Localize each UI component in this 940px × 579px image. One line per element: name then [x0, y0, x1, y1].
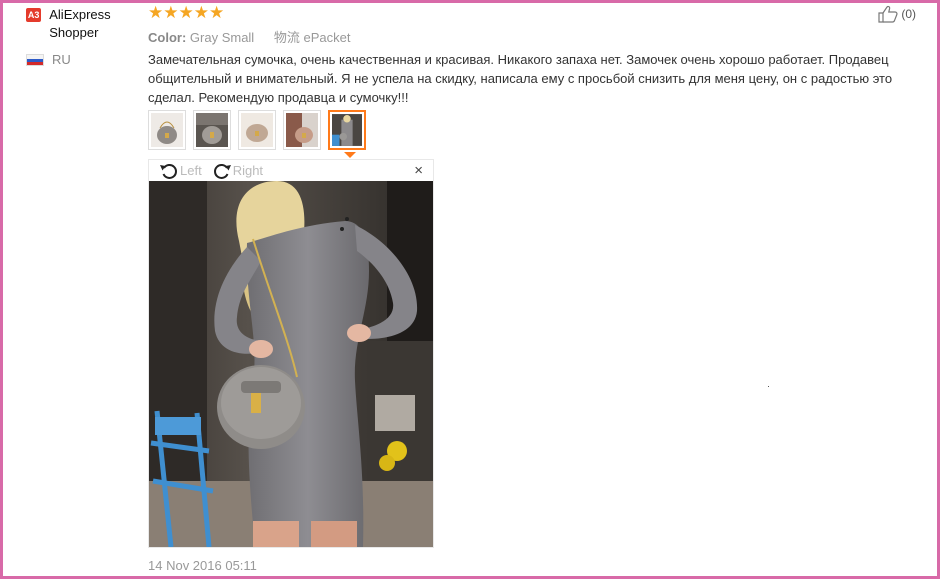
dress-photo-image — [149, 181, 433, 547]
bag-thumbnail-image — [196, 113, 228, 147]
star-rating: ★★★★★ — [148, 3, 225, 22]
color-value: Gray Small — [189, 30, 255, 45]
shipping-value: ePacket — [303, 30, 351, 45]
shipping-label: 物流 — [273, 30, 300, 45]
thumbs-up-icon — [878, 5, 898, 23]
thumbnail-selected[interactable] — [328, 110, 366, 150]
reviewer-country: RU — [52, 52, 71, 67]
reviewer-info: A3 AliExpress Shopper RU — [26, 6, 146, 67]
reviewer-avatar: A3 — [26, 8, 42, 22]
photo-viewer: Left Right × — [148, 159, 434, 548]
likes-count: (0) — [901, 7, 916, 21]
rotate-left-label: Left — [180, 163, 202, 178]
flag-icon — [26, 53, 44, 66]
rotate-left-button[interactable]: Left — [159, 162, 202, 180]
order-meta: Color: Gray Small 物流 ePacket — [148, 27, 350, 46]
rotate-right-button[interactable]: Right — [212, 162, 263, 180]
thumbnail[interactable] — [283, 110, 321, 150]
photo-thumbnails — [148, 110, 373, 150]
selected-thumbnail-indicator — [344, 152, 356, 158]
review-date: 14 Nov 2016 05:11 — [148, 558, 257, 573]
rotate-left-icon — [160, 163, 177, 179]
bag-thumbnail-image — [241, 113, 273, 147]
viewer-toolbar: Left Right × — [149, 160, 433, 181]
review-text: Замечательная сумочка, очень качественна… — [148, 52, 893, 105]
helpful-button[interactable]: (0) — [877, 5, 916, 23]
dress-thumbnail-image — [332, 114, 362, 146]
close-icon[interactable]: × — [414, 162, 423, 179]
review-photo — [149, 181, 433, 547]
bag-thumbnail-image — [151, 113, 183, 147]
stray-dot — [768, 386, 769, 387]
thumbnail[interactable] — [193, 110, 231, 150]
color-label: Color: — [148, 30, 187, 45]
bag-thumbnail-image — [286, 113, 318, 147]
rotate-right-icon — [213, 163, 231, 179]
thumbnail[interactable] — [148, 110, 186, 150]
reviewer-name[interactable]: AliExpress Shopper — [49, 6, 146, 42]
thumbnail[interactable] — [238, 110, 276, 150]
rotate-right-label: Right — [232, 163, 264, 178]
